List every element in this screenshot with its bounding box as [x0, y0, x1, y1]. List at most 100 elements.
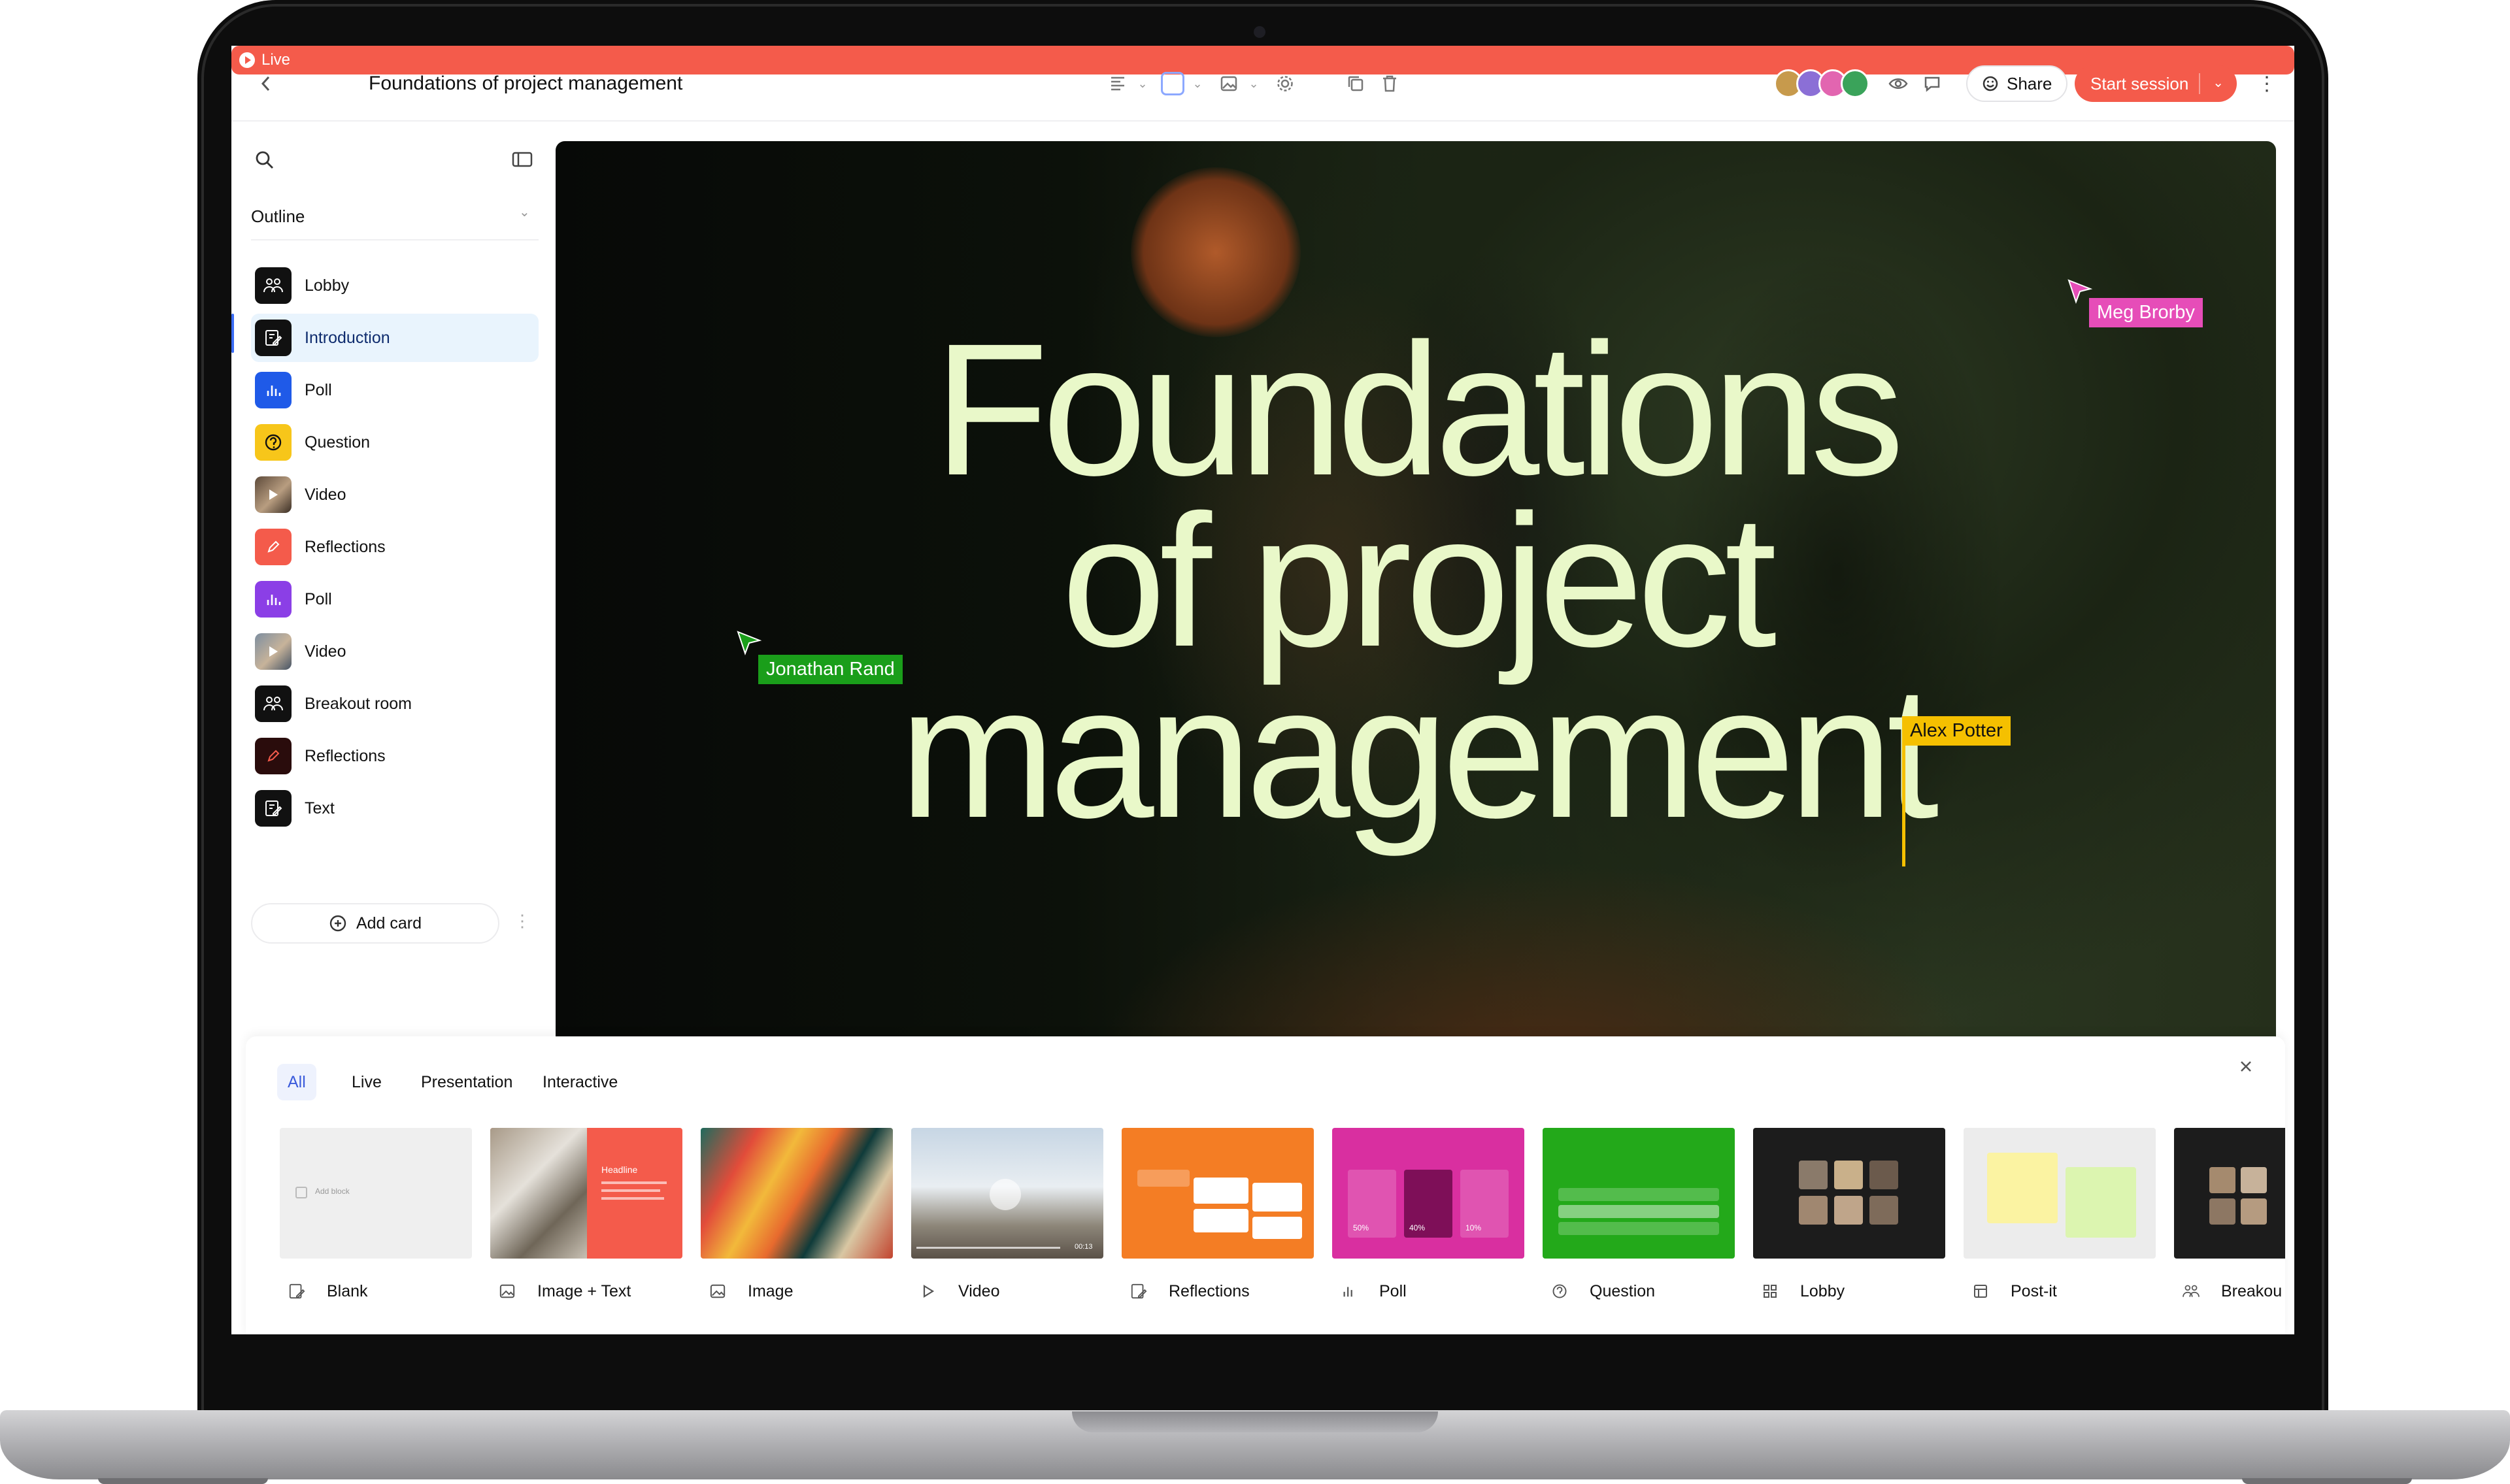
tab-live[interactable]: Live: [341, 1064, 392, 1100]
template-label: Blank: [327, 1282, 368, 1300]
add-card-label: Add card: [356, 914, 422, 932]
collaborator-label-jonathan: Jonathan Rand: [758, 655, 903, 684]
template-card-image-text[interactable]: Headline Image + Text: [490, 1128, 682, 1304]
sidebar-item-label: Lobby: [305, 276, 350, 295]
divider: [251, 239, 539, 240]
sidebar-item-breakout-room[interactable]: Breakout room: [251, 680, 539, 728]
video-thumbnail: [255, 633, 292, 670]
sidebar-item-lobby[interactable]: Lobby: [251, 261, 539, 310]
share-label: Share: [2007, 73, 2052, 93]
image-icon[interactable]: [1216, 71, 1242, 97]
close-icon[interactable]: [2233, 1053, 2259, 1080]
headline-line: Foundations: [933, 305, 1904, 515]
sidebar-item-reflections[interactable]: Reflections: [251, 523, 539, 571]
add-card-button[interactable]: Add card: [251, 903, 499, 944]
template-card-post-it[interactable]: Post-it: [1964, 1128, 2156, 1304]
tab-interactive[interactable]: Interactive: [532, 1064, 628, 1100]
mini-card: [1137, 1170, 1190, 1187]
thumb-line: [601, 1181, 667, 1184]
template-thumbnail: [1543, 1128, 1735, 1259]
template-card-breakout[interactable]: Breakou: [2174, 1128, 2285, 1304]
question-icon: [255, 424, 292, 461]
template-card-image[interactable]: Image: [701, 1128, 893, 1304]
template-card-poll[interactable]: 50% 40% 10% Poll: [1332, 1128, 1524, 1304]
participant-tile: [1834, 1161, 1863, 1189]
gear-icon[interactable]: [1272, 71, 1298, 97]
sidebar-item-label: Poll: [305, 380, 332, 399]
people-icon: [255, 685, 292, 722]
text-caret: [1902, 716, 1905, 866]
color-swatch-button[interactable]: [1161, 72, 1184, 95]
sidebar-item-text[interactable]: Text: [251, 784, 539, 833]
camera-icon: [1254, 26, 1265, 38]
block-icon: [295, 1187, 307, 1198]
chevron-down-icon[interactable]: ⌄: [1135, 71, 1150, 97]
template-card-blank[interactable]: Add block Blank: [280, 1128, 472, 1304]
more-options-icon[interactable]: ⋮: [514, 911, 531, 931]
people-icon: [255, 267, 292, 304]
chevron-down-icon[interactable]: ⌄: [2213, 74, 2224, 91]
participant-tile: [1869, 1196, 1898, 1225]
thumb-line: [601, 1189, 660, 1192]
chevron-down-icon[interactable]: ⌄: [1246, 71, 1262, 97]
trash-icon[interactable]: [1377, 71, 1403, 97]
template-thumbnail: Add block: [280, 1128, 472, 1259]
template-label: Poll: [1379, 1282, 1407, 1300]
template-card-question[interactable]: Question: [1543, 1128, 1735, 1304]
template-thumbnail: [2174, 1128, 2285, 1259]
sidebar-item-poll[interactable]: Poll: [251, 366, 539, 414]
play-icon: [916, 1279, 940, 1303]
laptop-foot: [2242, 1478, 2412, 1484]
sidebar-item-introduction[interactable]: Introduction: [251, 314, 539, 362]
chevron-down-icon[interactable]: ⌄: [519, 204, 530, 220]
template-card-lobby[interactable]: Lobby: [1753, 1128, 1945, 1304]
eye-icon[interactable]: [1885, 71, 1911, 97]
sidebar-item-video[interactable]: Video: [251, 627, 539, 676]
sidebar-item-reflections[interactable]: Reflections: [251, 732, 539, 780]
pencil-icon: [255, 738, 292, 774]
align-icon[interactable]: [1105, 71, 1131, 97]
chevron-down-icon[interactable]: ⌄: [1190, 71, 1205, 97]
sidebar-item-label: Question: [305, 433, 371, 452]
template-thumbnail: Headline: [490, 1128, 682, 1259]
mini-card: [1194, 1178, 1248, 1204]
collaborator-label-meg: Meg Brorby: [2089, 298, 2203, 327]
smile-icon: [1983, 76, 1998, 91]
slide-headline[interactable]: Foundations of project management: [556, 305, 2276, 846]
sidebar-toggle-icon[interactable]: [511, 150, 537, 176]
sidebar: Outline ⌄ Lobby Introduction Poll Questi…: [231, 123, 545, 1032]
tab-all[interactable]: All: [277, 1064, 316, 1100]
back-button[interactable]: [250, 46, 282, 122]
share-button[interactable]: Share: [1966, 65, 2068, 102]
outline-label[interactable]: Outline: [251, 206, 305, 227]
search-icon[interactable]: [254, 149, 280, 175]
poll-value: 10%: [1465, 1223, 1482, 1232]
template-thumbnail: [701, 1128, 893, 1259]
sidebar-item-video[interactable]: Video: [251, 470, 539, 519]
template-label: Question: [1590, 1282, 1656, 1300]
participant-tile: [1834, 1196, 1863, 1225]
participant-tile: [1799, 1161, 1828, 1189]
chevron-left-icon: [261, 76, 270, 91]
duplicate-icon[interactable]: [1343, 71, 1369, 97]
sidebar-item-label: Reflections: [305, 746, 386, 765]
comment-icon[interactable]: [1919, 71, 1945, 97]
play-icon: [239, 52, 255, 68]
avatar[interactable]: [1841, 69, 1869, 98]
template-card-reflections[interactable]: Reflections: [1122, 1128, 1314, 1304]
play-button-icon: [990, 1179, 1021, 1210]
page-title[interactable]: Foundations of project management: [369, 46, 682, 122]
template-label: Post-it: [2011, 1282, 2057, 1300]
tab-presentation[interactable]: Presentation: [410, 1064, 523, 1100]
template-card-video[interactable]: 00:13 Video: [911, 1128, 1103, 1304]
template-thumbnail: [1753, 1128, 1945, 1259]
sidebar-item-question[interactable]: Question: [251, 418, 539, 467]
participant-tile: [2209, 1167, 2235, 1193]
start-session-label: Start session: [2090, 73, 2189, 93]
sidebar-item-label: Text: [305, 799, 335, 817]
more-options-icon[interactable]: ⋮: [2254, 71, 2280, 97]
start-session-button[interactable]: Start session ⌄: [2075, 65, 2237, 102]
slide-canvas[interactable]: Foundations of project management Meg Br…: [556, 141, 2276, 1082]
sidebar-item-poll[interactable]: Poll: [251, 575, 539, 623]
bar-chart-icon: [255, 372, 292, 408]
